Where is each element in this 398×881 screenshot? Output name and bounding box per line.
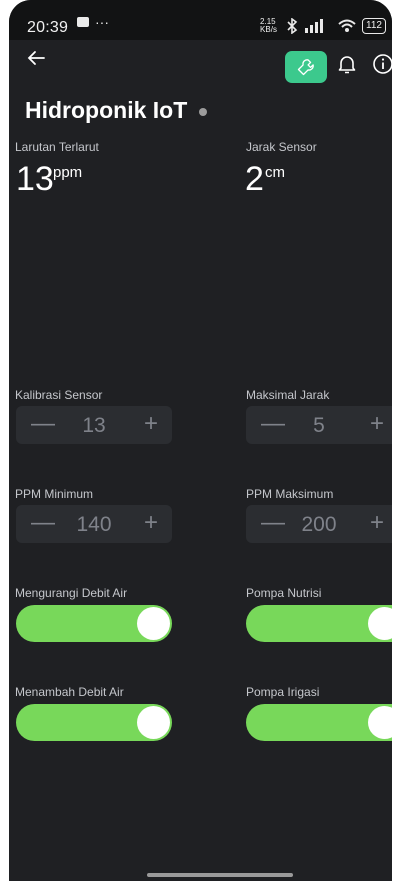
wrench-icon: [297, 59, 314, 76]
calibration-increment-button[interactable]: +: [144, 410, 158, 438]
battery-indicator: 112: [362, 18, 386, 34]
info-icon[interactable]: [371, 52, 392, 76]
max-distance-increment-button[interactable]: +: [370, 410, 384, 438]
ppm-max-increment-button[interactable]: +: [370, 509, 384, 537]
sensor-unit-distance: cm: [265, 164, 285, 181]
connection-status-dot: [199, 108, 207, 116]
network-speed: 2.15 KB/s: [260, 17, 277, 34]
ppm-max-stepper: — 200 +: [246, 505, 392, 543]
status-bar: 20:39 ··· 2.15 KB/s 112: [9, 0, 392, 40]
signal-icon: [305, 19, 324, 33]
settings-tool-button[interactable]: [285, 51, 327, 83]
add-water-toggle[interactable]: [16, 704, 172, 741]
toggle-label-reduce-water: Mengurangi Debit Air: [15, 586, 128, 600]
irrigation-pump-toggle-knob: [368, 706, 392, 739]
irrigation-pump-toggle[interactable]: [246, 704, 392, 741]
setting-label-max-distance: Maksimal Jarak: [246, 388, 330, 402]
ppm-min-increment-button[interactable]: +: [144, 509, 158, 537]
sensor-label-tds: Larutan Terlarut: [15, 140, 99, 154]
reduce-water-toggle[interactable]: [16, 605, 172, 642]
reduce-water-toggle-knob: [137, 607, 170, 640]
page-title: Hidroponik IoT: [25, 97, 188, 123]
calibration-stepper: — 13 +: [16, 406, 172, 444]
sensor-label-distance: Jarak Sensor: [246, 140, 317, 154]
setting-label-ppm-max: PPM Maksimum: [246, 487, 334, 501]
sensor-value-tds: 13: [16, 160, 54, 198]
bluetooth-icon: [287, 18, 298, 34]
screen-record-icon: [77, 17, 89, 27]
max-distance-stepper: — 5 +: [246, 406, 392, 444]
nutrient-pump-toggle-knob: [368, 607, 392, 640]
more-dots-icon: ···: [95, 14, 109, 30]
ppm-min-stepper: — 140 +: [16, 505, 172, 543]
status-right: 2.15 KB/s 112: [260, 18, 386, 34]
wifi-icon: [338, 19, 356, 32]
sensor-value-distance: 2: [245, 160, 264, 198]
sensor-unit-tds: ppm: [53, 164, 83, 181]
toggle-label-nutrient-pump: Pompa Nutrisi: [246, 586, 322, 600]
setting-label-calibration: Kalibrasi Sensor: [15, 388, 103, 402]
back-arrow-icon[interactable]: [24, 46, 48, 70]
setting-label-ppm-min: PPM Minimum: [15, 487, 94, 501]
app-screen: 20:39 ··· 2.15 KB/s 112 Hidroponik IoT L…: [9, 0, 392, 881]
home-indicator[interactable]: [147, 873, 293, 877]
status-left-icons: ···: [77, 14, 109, 30]
notification-bell-icon[interactable]: [335, 52, 359, 76]
nutrient-pump-toggle[interactable]: [246, 605, 392, 642]
toggle-label-irrigation-pump: Pompa Irigasi: [246, 685, 320, 699]
add-water-toggle-knob: [137, 706, 170, 739]
status-time: 20:39: [27, 19, 69, 36]
toggle-label-add-water: Menambah Debit Air: [15, 685, 124, 699]
